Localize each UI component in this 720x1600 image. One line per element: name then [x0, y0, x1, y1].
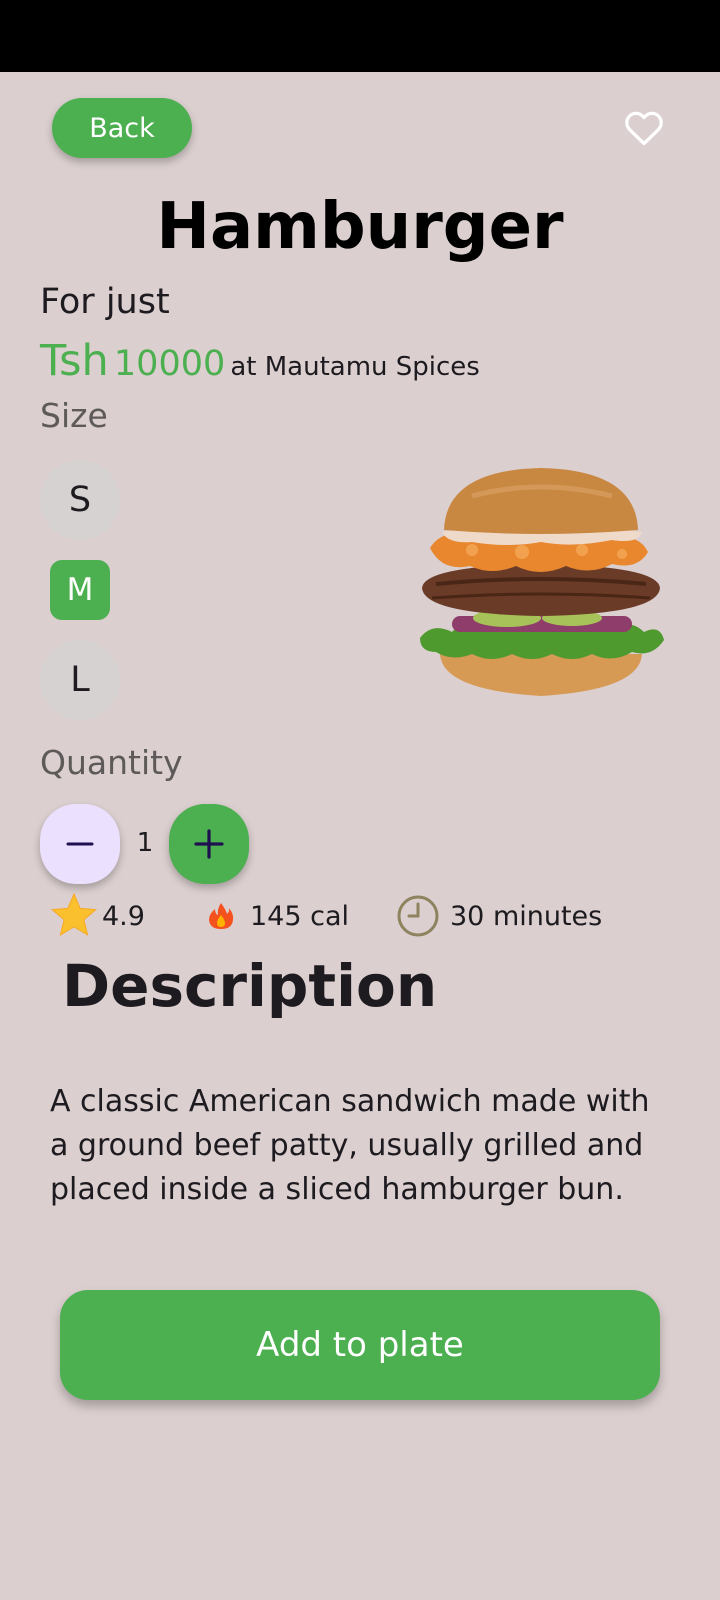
add-to-plate-button[interactable]: Add to plate — [60, 1290, 660, 1400]
hamburger-image — [420, 468, 664, 696]
heart-outline-icon[interactable] — [622, 106, 666, 150]
price-amount: 10000 — [113, 344, 226, 384]
quantity-value: 1 — [136, 828, 154, 858]
size-option-l[interactable]: L — [40, 640, 120, 720]
increment-button[interactable] — [169, 804, 249, 884]
plus-icon — [194, 829, 224, 859]
fire-icon — [209, 903, 234, 929]
time-value: 30 minutes — [450, 900, 603, 932]
description-title: Description — [62, 952, 438, 1020]
product-title: Hamburger — [156, 190, 564, 264]
star-icon — [50, 892, 98, 937]
description-text: A classic American sandwich made with a … — [50, 1084, 650, 1207]
price-line: Tsh 10000 at Mautamu Spices — [40, 336, 480, 386]
status-bar — [0, 0, 720, 72]
calories-value: 145 cal — [250, 900, 350, 932]
clock-icon — [397, 895, 439, 937]
size-option-m[interactable]: M — [50, 560, 110, 620]
size-option-s[interactable]: S — [40, 460, 120, 540]
price-prefix: For just — [40, 282, 170, 322]
decrement-button[interactable] — [40, 804, 120, 884]
vendor-text: at Mautamu Spices — [230, 352, 480, 382]
rating-value: 4.9 — [102, 900, 145, 932]
back-button[interactable]: Back — [52, 98, 192, 158]
time-stat: 30 minutes — [396, 894, 602, 938]
price-currency: Tsh — [40, 336, 109, 386]
rating-stat: 4.9 — [50, 892, 145, 938]
size-label: Size — [40, 396, 108, 435]
minus-icon — [66, 842, 94, 846]
quantity-label: Quantity — [40, 743, 183, 782]
calories-stat: 145 cal — [206, 894, 349, 938]
